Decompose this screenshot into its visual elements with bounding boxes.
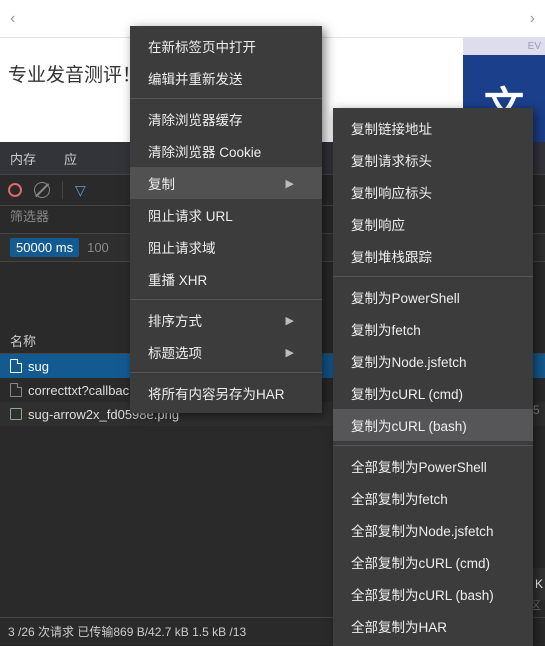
time-100[interactable]: 100 bbox=[87, 240, 109, 255]
menu-save-har[interactable]: 将所有内容另存为HAR bbox=[130, 377, 322, 409]
record-icon[interactable] bbox=[8, 183, 22, 197]
file-icon bbox=[10, 383, 22, 397]
menu-copy[interactable]: 复制▶ bbox=[130, 167, 322, 199]
menu-clear-cookie[interactable]: 清除浏览器 Cookie bbox=[130, 135, 322, 167]
chevron-right-icon: ▶ bbox=[286, 346, 294, 359]
toolbar-divider bbox=[62, 181, 63, 199]
menu-sort[interactable]: 排序方式▶ bbox=[130, 304, 322, 336]
chevron-left-icon[interactable]: ‹ bbox=[10, 10, 15, 28]
menu-copy-all-fetch[interactable]: 全部复制为fetch bbox=[333, 482, 533, 514]
menu-block-domain[interactable]: 阻止请求域 bbox=[130, 231, 322, 263]
menu-copy-all-curl-cmd[interactable]: 全部复制为cURL (cmd) bbox=[333, 546, 533, 578]
menu-copy-all-curl-bash[interactable]: 全部复制为cURL (bash) bbox=[333, 578, 533, 610]
right-slice-text: 5 bbox=[533, 400, 545, 420]
menu-copy-res-headers[interactable]: 复制响应标头 bbox=[333, 176, 533, 208]
menu-replay-xhr[interactable]: 重播 XHR bbox=[130, 263, 322, 295]
image-icon bbox=[10, 408, 22, 420]
cell-name: sug bbox=[28, 359, 49, 374]
time-50000[interactable]: 50000 ms bbox=[10, 238, 79, 257]
menu-copy-curl-cmd[interactable]: 复制为cURL (cmd) bbox=[333, 377, 533, 409]
menu-copy-req-headers[interactable]: 复制请求标头 bbox=[333, 144, 533, 176]
menu-separator bbox=[130, 98, 322, 99]
side-badge[interactable]: K bbox=[533, 568, 545, 600]
context-menu: 在新标签页中打开 编辑并重新发送 清除浏览器缓存 清除浏览器 Cookie 复制… bbox=[130, 26, 322, 413]
tab-memory[interactable]: 内存 bbox=[10, 149, 36, 168]
blue-stripe: EV bbox=[463, 38, 545, 55]
menu-copy-stack[interactable]: 复制堆栈跟踪 bbox=[333, 240, 533, 272]
file-icon bbox=[10, 359, 22, 373]
menu-separator bbox=[130, 299, 322, 300]
chevron-right-icon[interactable]: › bbox=[530, 10, 535, 28]
menu-copy-powershell[interactable]: 复制为PowerShell bbox=[333, 281, 533, 313]
menu-copy-link[interactable]: 复制链接地址 bbox=[333, 112, 533, 144]
clear-icon[interactable] bbox=[34, 182, 50, 198]
menu-copy-response[interactable]: 复制响应 bbox=[333, 208, 533, 240]
menu-copy-fetch[interactable]: 复制为fetch bbox=[333, 313, 533, 345]
menu-copy-all-powershell[interactable]: 全部复制为PowerShell bbox=[333, 450, 533, 482]
menu-clear-cache[interactable]: 清除浏览器缓存 bbox=[130, 103, 322, 135]
menu-copy-nodefetch[interactable]: 复制为Node.jsfetch bbox=[333, 345, 533, 377]
menu-edit-resend[interactable]: 编辑并重新发送 bbox=[130, 62, 322, 94]
filter-icon[interactable]: ▽ bbox=[75, 182, 86, 199]
menu-copy-curl-bash[interactable]: 复制为cURL (bash) bbox=[333, 409, 533, 441]
chevron-right-icon: ▶ bbox=[286, 177, 294, 190]
menu-separator bbox=[333, 276, 533, 277]
chevron-right-icon: ▶ bbox=[286, 314, 294, 327]
menu-header-options[interactable]: 标题选项▶ bbox=[130, 336, 322, 368]
menu-block-url[interactable]: 阻止请求 URL bbox=[130, 199, 322, 231]
filter-label: 筛选器 bbox=[10, 209, 49, 224]
tab-application[interactable]: 应 bbox=[64, 149, 77, 168]
menu-copy-all-har[interactable]: 全部复制为HAR bbox=[333, 610, 533, 642]
menu-open-new-tab[interactable]: 在新标签页中打开 bbox=[130, 30, 322, 62]
menu-separator bbox=[130, 372, 322, 373]
context-submenu-copy: 复制链接地址 复制请求标头 复制响应标头 复制响应 复制堆栈跟踪 复制为Powe… bbox=[333, 108, 533, 646]
menu-separator bbox=[333, 445, 533, 446]
menu-copy-all-nodefetch[interactable]: 全部复制为Node.jsfetch bbox=[333, 514, 533, 546]
page-banner-text: 专业发音测评！ bbox=[0, 58, 149, 89]
